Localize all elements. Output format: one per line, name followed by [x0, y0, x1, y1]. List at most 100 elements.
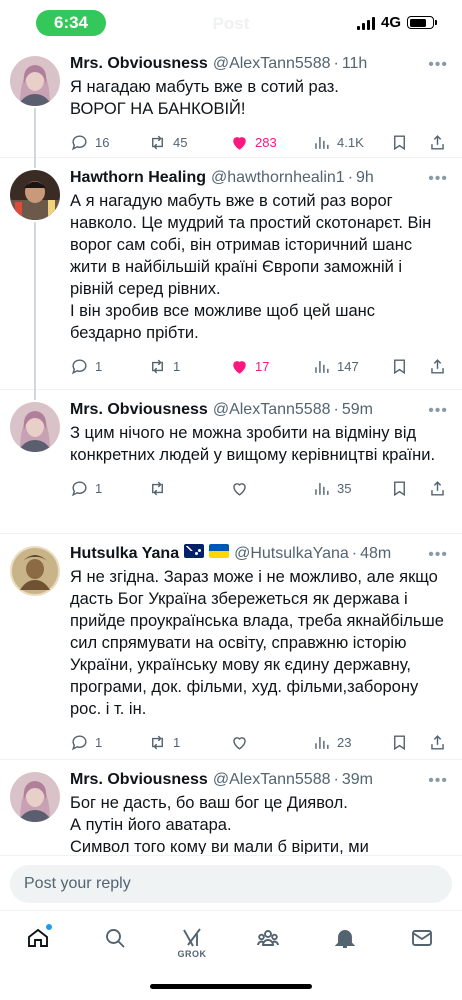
tweet-text: З цим нічого не можна зробити на відміну… [70, 424, 436, 464]
nav-notifications[interactable] [330, 923, 360, 953]
reply-count: 1 [95, 358, 103, 374]
reply-count: 16 [95, 134, 110, 150]
reply-composer-bar: Post your reply [0, 855, 462, 910]
author-name[interactable]: Mrs. Obviousness [70, 400, 208, 420]
bookmark-button[interactable] [390, 733, 409, 752]
tweet-header: Hawthorn Healing @hawthornhealin1 · 9h [70, 168, 448, 188]
share-button[interactable] [428, 357, 447, 376]
repost-button[interactable]: 45 [148, 133, 187, 152]
views-icon [315, 482, 329, 495]
nav-communities[interactable] [253, 923, 283, 953]
tweet[interactable]: ••• Hutsulka Yana @HutsulkaYana · 48m Я … [0, 534, 462, 760]
like-button[interactable] [230, 479, 249, 498]
nav-search[interactable] [100, 923, 130, 953]
notifications-icon [334, 930, 356, 948]
like-button[interactable] [230, 733, 249, 752]
reply-icon [71, 480, 87, 496]
reply-button[interactable]: 16 [70, 133, 109, 152]
share-icon [431, 358, 444, 374]
repost-icon [152, 735, 163, 749]
nav-home[interactable] [23, 923, 53, 953]
avatar[interactable] [10, 402, 60, 452]
ukraine-flag-icon [209, 544, 230, 558]
tweet-text: Бог не дасть, бо ваш бог це Диявол. А пу… [70, 794, 369, 854]
views-count: 4.1K [337, 134, 364, 150]
tweet-age[interactable]: 11h [342, 54, 368, 74]
repost-count: 1 [173, 734, 181, 750]
avatar[interactable] [10, 170, 60, 220]
tweet[interactable]: ••• Mrs. Obviousness @AlexTann5588 · 11h… [0, 44, 462, 158]
thread-line [34, 108, 36, 158]
share-button[interactable] [428, 479, 447, 498]
bookmark-icon [394, 358, 405, 374]
signal-icon [356, 16, 375, 30]
author-name[interactable]: Hawthorn Healing [70, 168, 206, 188]
views-count: 23 [337, 734, 352, 750]
home-indicator[interactable] [150, 984, 312, 989]
views-button[interactable]: 23 [312, 733, 351, 752]
avatar[interactable] [10, 772, 60, 822]
views-button[interactable]: 4.1K [312, 133, 364, 152]
bookmark-button[interactable] [390, 479, 409, 498]
repost-icon [152, 481, 163, 495]
reply-button[interactable]: 1 [70, 733, 102, 752]
author-name[interactable]: Hutsulka Yana [70, 544, 179, 564]
avatar[interactable] [10, 56, 60, 106]
author-handle[interactable]: @AlexTann5588 [213, 54, 331, 74]
more-options-icon[interactable]: ••• [428, 402, 448, 420]
share-button[interactable] [428, 133, 447, 152]
views-icon [315, 736, 329, 749]
more-options-icon[interactable]: ••• [428, 546, 448, 564]
like-count: 17 [255, 358, 270, 374]
tweet-actions: 1 1 23 [70, 720, 448, 764]
share-button[interactable] [428, 733, 447, 752]
author-handle[interactable]: @HutsulkaYana [234, 544, 349, 564]
author-name[interactable]: Mrs. Obviousness [70, 770, 208, 790]
more-options-icon[interactable]: ••• [428, 56, 448, 74]
bookmark-icon [394, 734, 405, 750]
bookmark-icon [394, 480, 405, 496]
reply-button[interactable]: 1 [70, 357, 102, 376]
tweet[interactable]: ••• Mrs. Obviousness @AlexTann5588 · 39m… [0, 760, 462, 854]
tweet-age[interactable]: 39m [342, 770, 373, 790]
separator-dot: · [351, 545, 358, 562]
nav-messages[interactable] [407, 923, 437, 953]
search-icon [106, 929, 125, 948]
author-handle[interactable]: @AlexTann5588 [213, 770, 331, 790]
views-button[interactable]: 35 [312, 479, 351, 498]
like-button[interactable]: 17 [230, 357, 269, 376]
tweet-actions: 1 35 [70, 466, 448, 510]
repost-button[interactable]: 1 [148, 357, 180, 376]
repost-button[interactable]: 1 [148, 733, 180, 752]
more-options-icon[interactable]: ••• [428, 772, 448, 790]
tweet-header: Mrs. Obviousness @AlexTann5588 · 11h [70, 54, 448, 74]
tweet-age[interactable]: 48m [360, 544, 391, 564]
reply-icon [71, 734, 87, 750]
avatar[interactable] [10, 546, 60, 596]
heart-icon [233, 136, 246, 150]
tweet[interactable]: ••• Mrs. Obviousness @AlexTann5588 · 59m… [0, 390, 462, 534]
author-handle[interactable]: @hawthornhealin1 [211, 168, 345, 188]
views-button[interactable]: 147 [312, 357, 359, 376]
author-handle[interactable]: @AlexTann5588 [213, 400, 331, 420]
author-name[interactable]: Mrs. Obviousness [70, 54, 208, 74]
reply-button[interactable]: 1 [70, 479, 102, 498]
views-count: 35 [337, 480, 352, 496]
repost-button[interactable] [148, 479, 167, 498]
bookmark-button[interactable] [390, 133, 409, 152]
tweet-text: А я нагадую мабуть вже в сотий раз ворог… [70, 192, 432, 342]
thread-line [34, 222, 36, 390]
views-icon [315, 360, 329, 373]
tweet-age[interactable]: 9h [356, 168, 374, 188]
tweet-header: Hutsulka Yana @HutsulkaYana · 48m [70, 544, 448, 564]
tweet-text: Я не згідна. Зараз може і не можливо, ал… [70, 568, 444, 718]
like-button[interactable]: 283 [230, 133, 277, 152]
more-options-icon[interactable]: ••• [428, 170, 448, 188]
network-type: 4G [380, 14, 401, 31]
tweet-age[interactable]: 59m [342, 400, 373, 420]
bookmark-button[interactable] [390, 357, 409, 376]
reply-input[interactable]: Post your reply [10, 865, 452, 903]
tweet[interactable]: ••• Hawthorn Healing @hawthornhealin1 · … [0, 158, 462, 390]
reply-icon [71, 134, 87, 150]
grok-icon [183, 928, 201, 947]
